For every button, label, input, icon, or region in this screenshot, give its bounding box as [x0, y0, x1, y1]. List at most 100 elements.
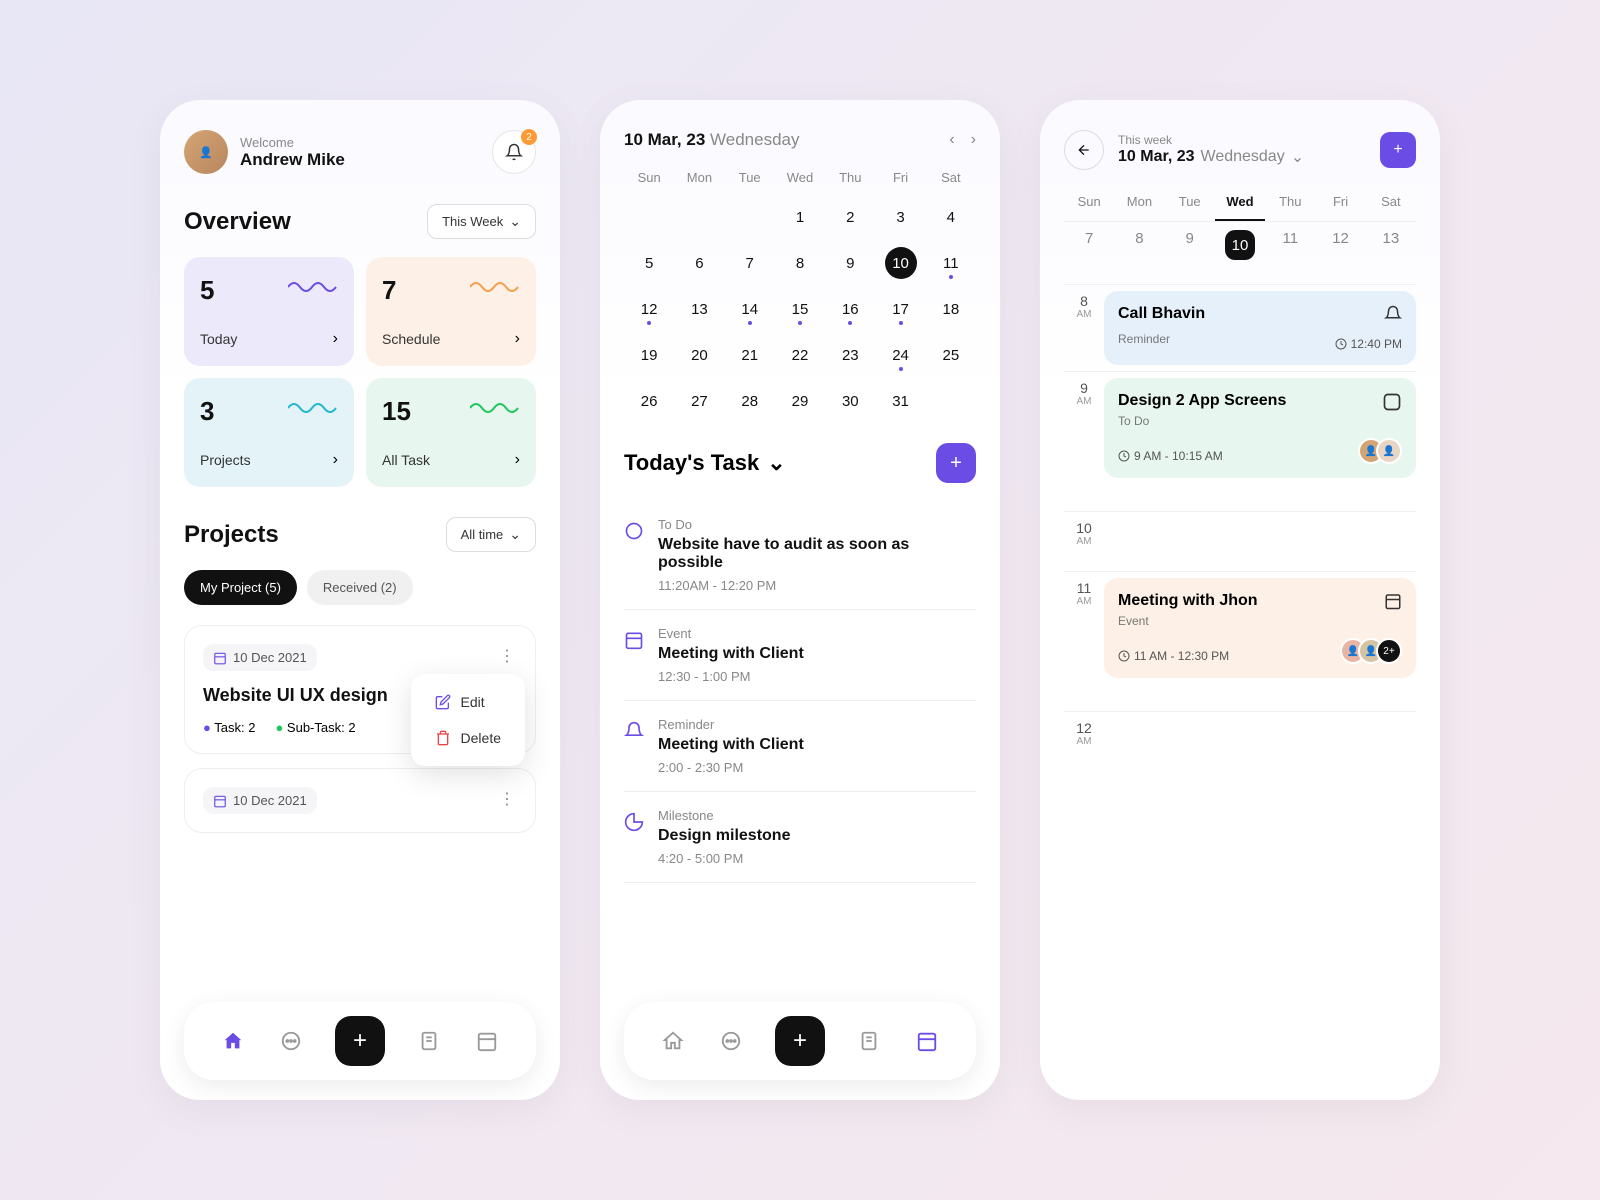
stat-projects[interactable]: 3 Projects›	[184, 378, 354, 487]
projects-filter-label: All time	[461, 527, 504, 542]
tl-date[interactable]: 11	[1265, 230, 1315, 260]
calendar-date[interactable]: 10 Mar, 23 Wednesday	[624, 130, 799, 150]
more-button[interactable]: ⋮	[495, 787, 519, 811]
nav-chat[interactable]	[717, 1027, 745, 1055]
notifications-button[interactable]: 2	[492, 130, 536, 174]
tl-weekday[interactable]: Sun	[1064, 194, 1114, 221]
calendar-day[interactable]: 12	[624, 291, 674, 327]
calendar-icon	[213, 651, 227, 665]
tl-weekday[interactable]: Wed	[1215, 194, 1265, 221]
nav-home[interactable]	[659, 1027, 687, 1055]
edit-icon	[435, 694, 451, 710]
calendar-day[interactable]: 7	[725, 245, 775, 281]
nav-notes[interactable]	[855, 1027, 883, 1055]
calendar-day[interactable]: 14	[725, 291, 775, 327]
task-title: Design milestone	[658, 827, 976, 845]
project-card[interactable]: 10 Dec 2021 ⋮ Edit Delete Website UI UX …	[184, 625, 536, 754]
task-type-icon	[624, 721, 644, 741]
tl-weekday[interactable]: Sat	[1366, 194, 1416, 221]
bottom-nav: +	[624, 1002, 976, 1080]
add-task-button[interactable]: +	[936, 443, 976, 483]
calendar-day[interactable]: 6	[674, 245, 724, 281]
task-item[interactable]: Event Meeting with Client 12:30 - 1:00 P…	[624, 610, 976, 701]
nav-add-button[interactable]: +	[335, 1016, 385, 1066]
hour-label: 12AM	[1064, 712, 1104, 791]
clock-icon	[1118, 650, 1130, 662]
menu-delete[interactable]: Delete	[421, 720, 515, 756]
more-button[interactable]: ⋮	[495, 644, 519, 668]
event-card-event[interactable]: Meeting with Jhon Event 11 AM - 12:30 PM…	[1104, 578, 1416, 678]
calendar-day[interactable]: 17	[875, 291, 925, 327]
calendar-day[interactable]: 9	[825, 245, 875, 281]
calendar-day[interactable]: 28	[725, 383, 775, 419]
calendar-day[interactable]: 26	[624, 383, 674, 419]
calendar-day[interactable]: 5	[624, 245, 674, 281]
task-item[interactable]: Milestone Design milestone 4:20 - 5:00 P…	[624, 792, 976, 883]
tasks-title[interactable]: Today's Task ⌄	[624, 450, 786, 476]
tl-date[interactable]: 13	[1366, 230, 1416, 260]
stat-schedule[interactable]: 7 Schedule›	[366, 257, 536, 366]
nav-notes[interactable]	[415, 1027, 443, 1055]
task-time: 12:30 - 1:00 PM	[658, 669, 976, 684]
calendar-day[interactable]: 10	[875, 245, 925, 281]
calendar-day[interactable]: 13	[674, 291, 724, 327]
tl-date[interactable]: 8	[1114, 230, 1164, 260]
task-list: To Do Website have to audit as soon as p…	[624, 501, 976, 883]
next-button[interactable]: ›	[971, 131, 976, 149]
calendar-day[interactable]: 24	[875, 337, 925, 373]
tab-received[interactable]: Received (2)	[307, 570, 413, 605]
tl-weekday[interactable]: Thu	[1265, 194, 1315, 221]
tab-my-project[interactable]: My Project (5)	[184, 570, 297, 605]
calendar-day[interactable]: 1	[775, 199, 825, 235]
calendar-day[interactable]: 3	[875, 199, 925, 235]
event-card-reminder[interactable]: Call Bhavin Reminder 12:40 PM	[1104, 291, 1416, 365]
tl-weekday[interactable]: Tue	[1165, 194, 1215, 221]
nav-calendar[interactable]	[913, 1027, 941, 1055]
calendar-day[interactable]: 18	[926, 291, 976, 327]
calendar-day[interactable]: 16	[825, 291, 875, 327]
calendar-day[interactable]: 22	[775, 337, 825, 373]
tl-weekday[interactable]: Mon	[1114, 194, 1164, 221]
menu-edit[interactable]: Edit	[421, 684, 515, 720]
timeline-date-dropdown[interactable]: 10 Mar, 23 Wednesday ⌄	[1118, 147, 1366, 167]
calendar-day[interactable]: 27	[674, 383, 724, 419]
nav-home[interactable]	[219, 1027, 247, 1055]
calendar-day[interactable]: 8	[775, 245, 825, 281]
calendar-day[interactable]: 2	[825, 199, 875, 235]
calendar-day[interactable]: 15	[775, 291, 825, 327]
calendar-day[interactable]: 11	[926, 245, 976, 281]
back-button[interactable]	[1064, 130, 1104, 170]
calendar-day[interactable]: 4	[926, 199, 976, 235]
task-item[interactable]: Reminder Meeting with Client 2:00 - 2:30…	[624, 701, 976, 792]
calendar-day[interactable]: 31	[875, 383, 925, 419]
tl-weekday[interactable]: Fri	[1315, 194, 1365, 221]
stat-today[interactable]: 5 Today›	[184, 257, 354, 366]
user-section[interactable]: 👤 Welcome Andrew Mike	[184, 130, 345, 174]
tl-date[interactable]: 7	[1064, 230, 1114, 260]
projects-filter-dropdown[interactable]: All time ⌄	[446, 517, 536, 552]
checkbox-icon[interactable]	[1382, 392, 1402, 412]
stat-label: Schedule	[382, 331, 440, 347]
nav-chat[interactable]	[277, 1027, 305, 1055]
prev-button[interactable]: ‹	[949, 131, 954, 149]
tl-date[interactable]: 9	[1165, 230, 1215, 260]
stat-all-task[interactable]: 15 All Task›	[366, 378, 536, 487]
notification-badge: 2	[521, 129, 537, 145]
tl-date[interactable]: 10	[1215, 230, 1265, 260]
calendar-day[interactable]: 23	[825, 337, 875, 373]
calendar-day[interactable]: 25	[926, 337, 976, 373]
calendar-day[interactable]: 20	[674, 337, 724, 373]
project-card[interactable]: 10 Dec 2021 ⋮	[184, 768, 536, 833]
event-card-todo[interactable]: Design 2 App Screens To Do 9 AM - 10:15 …	[1104, 378, 1416, 478]
calendar-day[interactable]: 21	[725, 337, 775, 373]
avatar[interactable]: 👤	[184, 130, 228, 174]
tl-date[interactable]: 12	[1315, 230, 1365, 260]
task-item[interactable]: To Do Website have to audit as soon as p…	[624, 501, 976, 610]
add-event-button[interactable]: +	[1380, 132, 1416, 168]
calendar-day[interactable]: 30	[825, 383, 875, 419]
nav-add-button[interactable]: +	[775, 1016, 825, 1066]
overview-filter-dropdown[interactable]: This Week ⌄	[427, 204, 536, 239]
calendar-day[interactable]: 29	[775, 383, 825, 419]
calendar-day[interactable]: 19	[624, 337, 674, 373]
nav-calendar[interactable]	[473, 1027, 501, 1055]
